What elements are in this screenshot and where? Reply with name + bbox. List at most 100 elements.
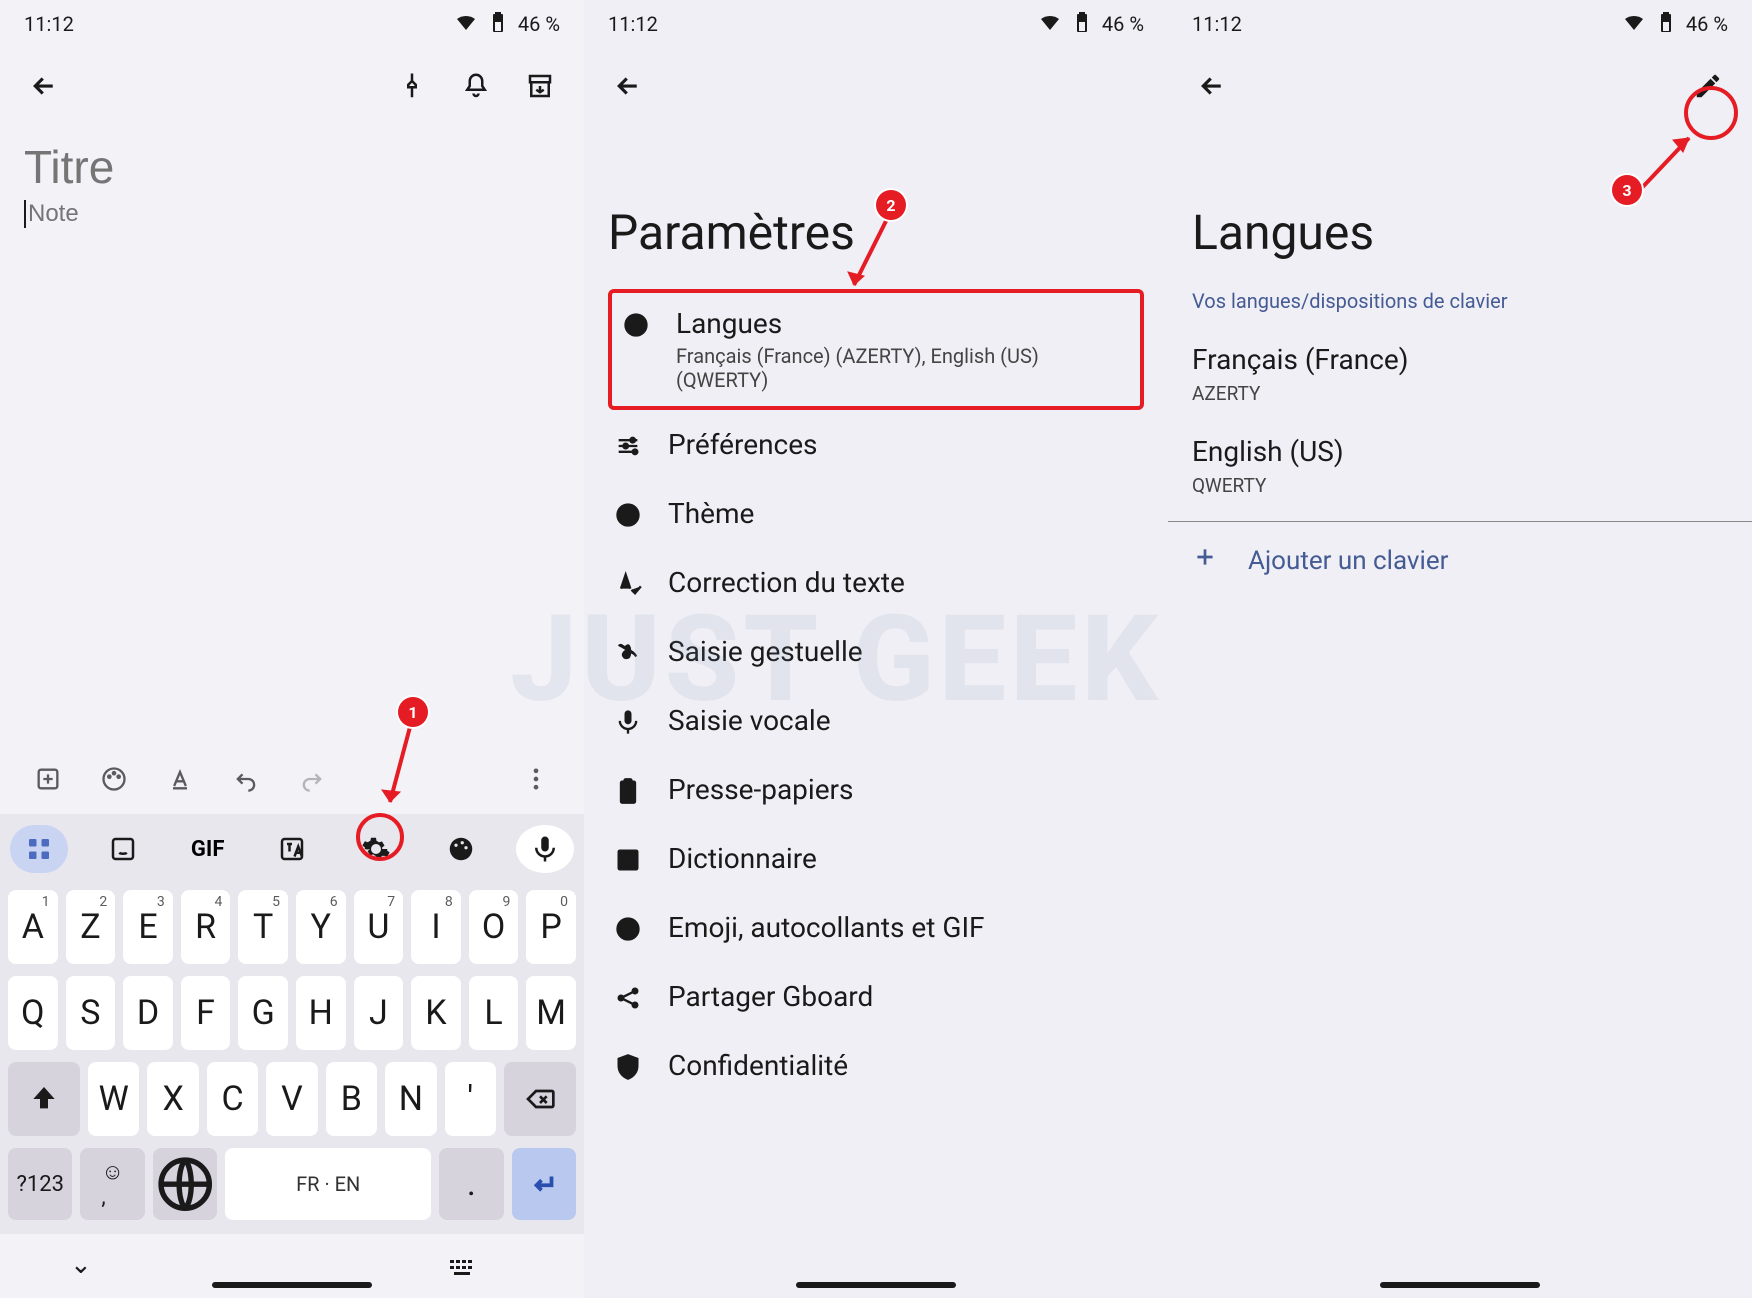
redo-icon[interactable]: [282, 755, 342, 803]
more-icon[interactable]: [506, 755, 566, 803]
key-u[interactable]: U7: [354, 890, 404, 964]
key-apos[interactable]: ': [445, 1062, 496, 1136]
kbd-translate-icon[interactable]: [263, 825, 321, 873]
annotation-arrow-1: [380, 722, 430, 822]
setting-voice[interactable]: Saisie vocale: [584, 686, 1168, 755]
status-battery: 46 %: [1102, 12, 1144, 36]
key-m[interactable]: M: [526, 976, 576, 1050]
archive-icon[interactable]: [512, 58, 568, 114]
setting-preferences[interactable]: Préférences: [584, 410, 1168, 479]
key-t[interactable]: T5: [238, 890, 288, 964]
key-y[interactable]: Y6: [296, 890, 346, 964]
setting-privacy[interactable]: Confidentialité: [584, 1031, 1168, 1100]
setting-title: Partager Gboard: [668, 980, 873, 1013]
title-input[interactable]: [24, 140, 560, 194]
kbd-toolbar: GIF: [0, 814, 584, 884]
key-k[interactable]: K: [411, 976, 461, 1050]
annotation-badge-2: 2: [876, 190, 906, 220]
lang-layout: QWERTY: [1192, 474, 1728, 497]
key-d[interactable]: D: [123, 976, 173, 1050]
add-icon[interactable]: [18, 755, 78, 803]
key-space[interactable]: FR · EN: [225, 1148, 431, 1220]
screenshot-2: 11:12 46 % Paramètres Langues Français (…: [584, 0, 1168, 1298]
key-h[interactable]: H: [296, 976, 346, 1050]
key-a[interactable]: A1: [8, 890, 58, 964]
bell-icon[interactable]: [448, 58, 504, 114]
back-icon[interactable]: [16, 58, 72, 114]
key-z[interactable]: Z2: [66, 890, 116, 964]
lang-item-fr[interactable]: Français (France) AZERTY: [1168, 333, 1752, 425]
note-appbar: [0, 48, 584, 124]
key-v[interactable]: V: [266, 1062, 317, 1136]
lang-name: English (US): [1192, 435, 1728, 468]
key-g[interactable]: G: [238, 976, 288, 1050]
setting-correction[interactable]: Correction du texte: [584, 548, 1168, 617]
key-l[interactable]: L: [469, 976, 519, 1050]
key-enter[interactable]: [512, 1148, 576, 1220]
setting-share[interactable]: Partager Gboard: [584, 962, 1168, 1031]
setting-gesture[interactable]: Saisie gestuelle: [584, 617, 1168, 686]
wifi-icon: [1038, 10, 1062, 39]
key-f[interactable]: F: [181, 976, 231, 1050]
key-j[interactable]: J: [354, 976, 404, 1050]
setting-dictionary[interactable]: Dictionnaire: [584, 824, 1168, 893]
setting-langues[interactable]: Langues Français (France) (AZERTY), Engl…: [612, 307, 1140, 392]
note-input[interactable]: [24, 200, 560, 228]
status-bar: 11:12 46 %: [584, 0, 1168, 48]
key-dot[interactable]: .: [439, 1148, 503, 1220]
key-symbols[interactable]: ?123: [8, 1148, 72, 1220]
key-w[interactable]: W: [88, 1062, 139, 1136]
kbd-apps-icon[interactable]: [10, 825, 68, 873]
key-backspace[interactable]: [504, 1062, 576, 1136]
key-b[interactable]: B: [326, 1062, 377, 1136]
kbd-row1: A1 Z2 E3 R4 T5 Y6 U7 I8 O9 P0: [0, 884, 584, 970]
setting-title: Confidentialité: [668, 1049, 848, 1082]
key-o[interactable]: O9: [469, 890, 519, 964]
key-p[interactable]: P0: [526, 890, 576, 964]
status-right: 46 %: [1622, 10, 1728, 39]
add-keyboard[interactable]: Ajouter un clavier: [1168, 526, 1752, 595]
lang-item-en[interactable]: English (US) QWERTY: [1168, 425, 1752, 517]
collapse-icon[interactable]: ⌄: [70, 1250, 92, 1280]
setting-title: Thème: [668, 497, 754, 530]
key-c[interactable]: C: [207, 1062, 258, 1136]
text-icon[interactable]: [150, 755, 210, 803]
palette-icon[interactable]: [84, 755, 144, 803]
setting-clipboard[interactable]: Presse-papiers: [584, 755, 1168, 824]
setting-emoji[interactable]: Emoji, autocollants et GIF: [584, 893, 1168, 962]
kbd-mic-icon[interactable]: [516, 825, 574, 873]
key-s[interactable]: S: [66, 976, 116, 1050]
kbd-gif-icon[interactable]: GIF: [179, 825, 237, 873]
annotation-badge-1: 1: [398, 697, 428, 727]
kbd-row4: ?123 ☺, FR · EN .: [0, 1142, 584, 1226]
undo-icon[interactable]: [216, 755, 276, 803]
key-q[interactable]: Q: [8, 976, 58, 1050]
setting-title: Emoji, autocollants et GIF: [668, 911, 985, 944]
status-right: 46 %: [454, 10, 560, 39]
sliders-icon: [608, 432, 648, 460]
pin-icon[interactable]: [384, 58, 440, 114]
key-i[interactable]: I8: [411, 890, 461, 964]
key-x[interactable]: X: [147, 1062, 198, 1136]
key-shift[interactable]: [8, 1062, 80, 1136]
lang-layout: AZERTY: [1192, 382, 1728, 405]
key-r[interactable]: R4: [181, 890, 231, 964]
kbd-layout-icon[interactable]: [450, 1260, 474, 1280]
setting-theme[interactable]: Thème: [584, 479, 1168, 548]
lang-name: Français (France): [1192, 343, 1728, 376]
nav-bar: [0, 1282, 584, 1288]
status-battery: 46 %: [1686, 12, 1728, 36]
key-n[interactable]: N: [385, 1062, 436, 1136]
key-emoji[interactable]: ☺,: [80, 1148, 144, 1220]
wifi-icon: [454, 10, 478, 39]
key-globe[interactable]: [153, 1148, 217, 1220]
back-icon[interactable]: [600, 58, 656, 114]
back-icon[interactable]: [1184, 58, 1240, 114]
key-e[interactable]: E3: [123, 890, 173, 964]
setting-title: Langues: [676, 307, 1056, 340]
status-time: 11:12: [24, 12, 74, 36]
kbd-sticker-icon[interactable]: [94, 825, 152, 873]
kbd-theme-icon[interactable]: [432, 825, 490, 873]
divider: [1168, 521, 1752, 522]
mic-icon: [608, 708, 648, 736]
